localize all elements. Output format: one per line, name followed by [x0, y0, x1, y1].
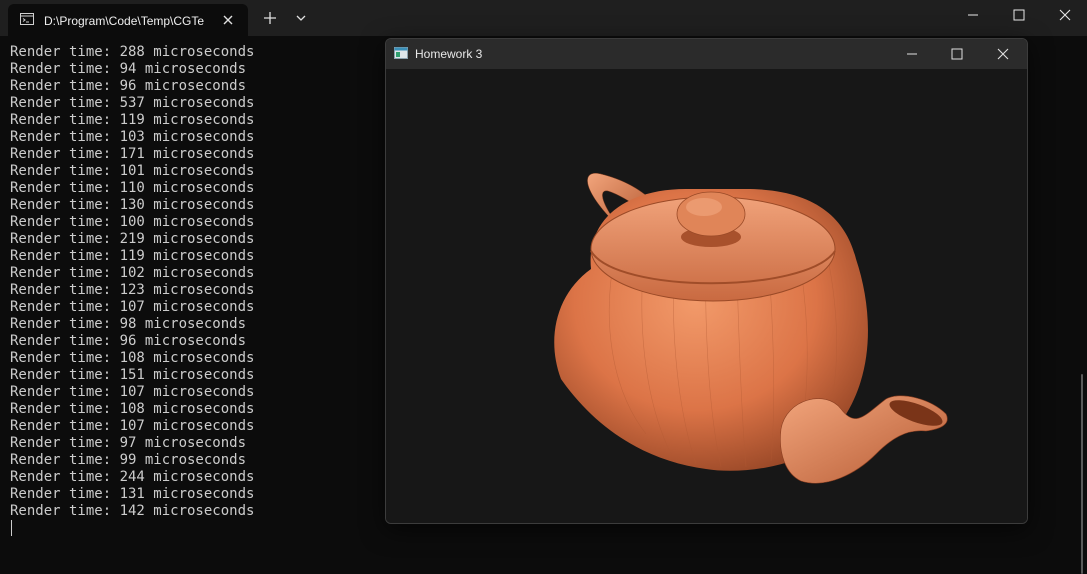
terminal-line: Render time: 142 microseconds	[10, 503, 255, 519]
close-icon[interactable]	[220, 12, 236, 28]
terminal-line: Render time: 107 microseconds	[10, 418, 255, 434]
window-title: Homework 3	[415, 47, 483, 61]
terminal-line: Render time: 171 microseconds	[10, 146, 255, 162]
terminal-line: Render time: 537 microseconds	[10, 95, 255, 111]
terminal-line: Render time: 119 microseconds	[10, 248, 255, 264]
maximize-icon[interactable]	[996, 6, 1042, 26]
window-title-bar[interactable]: Homework 3	[386, 39, 1027, 69]
terminal-line: Render time: 123 microseconds	[10, 282, 255, 298]
close-icon[interactable]	[988, 44, 1018, 64]
plus-icon[interactable]	[262, 10, 278, 26]
terminal-line: Render time: 96 microseconds	[10, 78, 247, 94]
terminal-line: Render time: 103 microseconds	[10, 129, 255, 145]
terminal-line: Render time: 102 microseconds	[10, 265, 255, 281]
minimize-icon[interactable]	[897, 44, 927, 64]
chevron-down-icon[interactable]	[294, 11, 308, 25]
terminal-line: Render time: 107 microseconds	[10, 299, 255, 315]
terminal-line: Render time: 108 microseconds	[10, 401, 255, 417]
terminal-line: Render time: 288 microseconds	[10, 44, 255, 60]
terminal-line: Render time: 219 microseconds	[10, 231, 255, 247]
close-icon[interactable]	[1042, 6, 1087, 26]
terminal-line: Render time: 151 microseconds	[10, 367, 255, 383]
terminal-line: Render time: 131 microseconds	[10, 486, 255, 502]
terminal-line: Render time: 94 microseconds	[10, 61, 247, 77]
maximize-icon[interactable]	[942, 44, 972, 64]
render-viewport[interactable]	[386, 69, 1027, 523]
terminal-icon	[20, 13, 34, 25]
terminal-line: Render time: 107 microseconds	[10, 384, 255, 400]
terminal-line: Render time: 101 microseconds	[10, 163, 255, 179]
text-cursor	[11, 520, 12, 536]
minimize-icon[interactable]	[950, 6, 996, 26]
terminal-line: Render time: 244 microseconds	[10, 469, 255, 485]
teapot-model	[554, 172, 948, 484]
homework-window[interactable]: Homework 3	[385, 38, 1028, 524]
terminal-line: Render time: 99 microseconds	[10, 452, 247, 468]
terminal-line: Render time: 96 microseconds	[10, 333, 247, 349]
terminal-line: Render time: 130 microseconds	[10, 197, 255, 213]
terminal-lines: Render time: 288 microseconds Render time…	[10, 44, 254, 520]
terminal-tab[interactable]: D:\Program\Code\Temp\CGTe	[8, 4, 248, 36]
terminal-line: Render time: 100 microseconds	[10, 214, 255, 230]
terminal-line: Render time: 97 microseconds	[10, 435, 247, 451]
terminal-line: Render time: 110 microseconds	[10, 180, 255, 196]
terminal-title-bar: D:\Program\Code\Temp\CGTe	[0, 0, 1087, 36]
terminal-line: Render time: 98 microseconds	[10, 316, 247, 332]
tab-title: D:\Program\Code\Temp\CGTe	[44, 14, 205, 28]
scrollbar[interactable]	[1081, 374, 1083, 574]
terminal-line: Render time: 119 microseconds	[10, 112, 255, 128]
terminal-line: Render time: 108 microseconds	[10, 350, 255, 366]
app-icon	[394, 47, 408, 59]
